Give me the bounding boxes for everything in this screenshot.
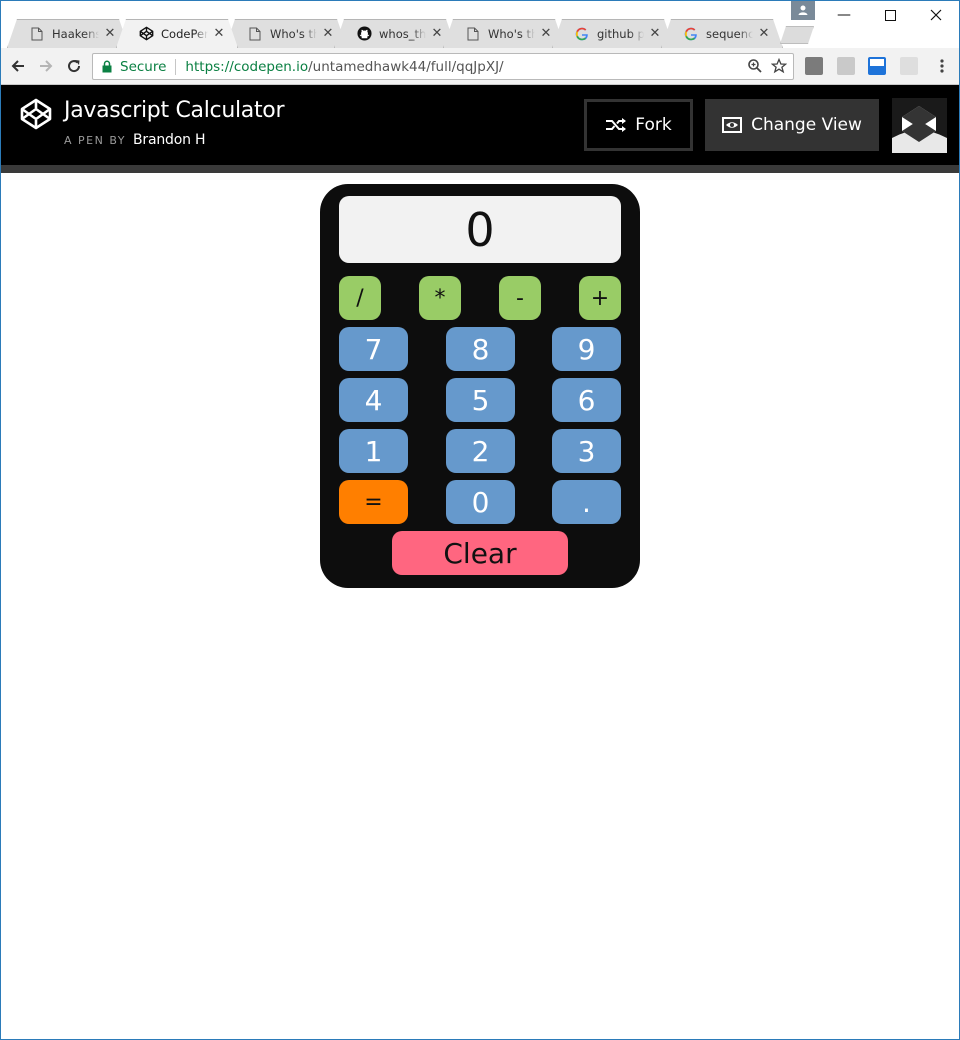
digit-5-button[interactable]: 5 [446,378,515,422]
fork-button[interactable]: Fork [584,99,693,151]
minimize-button[interactable]: — [821,0,867,30]
divide-button[interactable]: / [339,276,381,320]
page-icon [465,26,481,42]
tab-title: CodePen [161,26,208,41]
change-view-button[interactable]: Change View [705,99,879,151]
browser-tab[interactable]: Who's th ✕ [443,19,565,48]
browser-tab[interactable]: CodePen ✕ [116,19,238,48]
zoom-icon[interactable] [747,58,763,74]
bookmark-star-icon[interactable] [771,58,787,74]
add-button[interactable]: + [579,276,621,320]
calculator-display: 0 [339,196,621,263]
url-scheme: https:// [185,58,234,75]
tab-close-icon[interactable]: ✕ [430,26,444,41]
forward-button[interactable] [34,54,58,78]
minimize-icon: — [837,7,851,23]
address-bar[interactable]: Secure https://codepen.io/untamedhawk44/… [92,53,794,80]
close-window-button[interactable] [913,0,959,30]
codepen-icon [138,26,154,42]
page-icon [29,26,45,42]
tab-strip: — Haakenst✕CodePen✕Who's th✕whos_tha✕Who… [0,0,960,48]
avatar-image [892,98,947,153]
browser-toolbar: Secure https://codepen.io/untamedhawk44/… [0,48,960,85]
byline-prefix: A PEN BY [64,134,126,147]
pen-byline: A PEN BY Brandon H [64,132,206,148]
omnibox-actions [747,58,787,74]
digit-9-button[interactable]: 9 [552,327,621,371]
author-link[interactable]: Brandon H [133,132,206,148]
digit-2-button[interactable]: 2 [446,429,515,473]
maximize-button[interactable] [867,0,913,30]
tab-title: Haakenst [52,26,99,41]
tab-title: sequence [706,26,753,41]
tab-close-icon[interactable]: ✕ [648,26,662,41]
header-divider [0,165,960,173]
maximize-icon [884,9,896,21]
digit-3-button[interactable]: 3 [552,429,621,473]
tab-title: github pa [597,26,644,41]
close-icon [930,9,942,21]
multiply-button[interactable]: * [419,276,461,320]
browser-tab[interactable]: github pa ✕ [552,19,674,48]
google-icon [574,26,590,42]
more-vert-icon [940,59,944,73]
tab-close-icon[interactable]: ✕ [539,26,553,41]
pen-title: Javascript Calculator [64,98,285,123]
browser-tab[interactable]: Who's th ✕ [225,19,347,48]
codepen-logo-icon[interactable] [19,97,53,131]
back-arrow-icon [11,60,24,72]
new-tab-button[interactable] [780,26,814,44]
subtract-button[interactable]: - [499,276,541,320]
tab-title: whos_tha [379,26,426,41]
window-extension-icon[interactable] [868,57,886,75]
google-icon [683,26,699,42]
profile-button[interactable] [791,0,815,20]
fork-label: Fork [635,115,672,135]
tab-close-icon[interactable]: ✕ [103,26,117,41]
browser-tab[interactable]: whos_tha ✕ [334,19,456,48]
tab-close-icon[interactable]: ✕ [212,26,226,41]
url-path: /untamedhawk44/full/qqJpXJ/ [308,58,504,75]
digit-0-button[interactable]: 0 [446,480,515,524]
tab-title: Who's th [488,26,535,41]
page-icon [247,26,263,42]
decimal-button[interactable]: . [552,480,621,524]
codepen-header: Javascript Calculator A PEN BY Brandon H… [0,85,960,165]
calculator: 0 / * - + 7 8 9 4 5 6 1 2 3 = 0. Clear [320,184,640,588]
back-button[interactable] [6,54,30,78]
tab-title: Who's th [270,26,317,41]
chrome-menu-button[interactable] [930,54,954,78]
reload-button[interactable] [62,54,86,78]
user-avatar[interactable] [892,98,947,153]
browser-tab[interactable]: sequence ✕ [661,19,783,48]
reload-icon [68,60,81,73]
digit-7-button[interactable]: 7 [339,327,408,371]
secure-label: Secure [120,58,167,75]
digit-6-button[interactable]: 6 [552,378,621,422]
tab-close-icon[interactable]: ✕ [757,26,771,41]
eye-icon [722,117,743,133]
secure-indicator[interactable]: Secure [101,59,166,75]
forward-arrow-icon [40,60,53,72]
url-text: https://codepen.io/untamedhawk44/full/qq… [185,59,503,75]
url-host: codepen.io [233,58,309,75]
cloud-extension-icon[interactable] [900,57,918,75]
digit-1-button[interactable]: 1 [339,429,408,473]
digit-4-button[interactable]: 4 [339,378,408,422]
digit-8-button[interactable]: 8 [446,327,515,371]
fork-icon [606,118,627,132]
person-icon [798,5,808,15]
equals-button[interactable]: = [339,480,408,524]
ublock-extension-icon[interactable] [805,57,823,75]
url-separator [175,58,177,75]
image-extension-icon[interactable] [837,57,855,75]
clear-button[interactable]: Clear [392,531,568,575]
browser-tab[interactable]: Haakenst ✕ [7,19,129,48]
tab-close-icon[interactable]: ✕ [321,26,335,41]
change-view-label: Change View [751,115,862,135]
lock-icon [102,60,112,73]
github-icon [356,26,372,42]
